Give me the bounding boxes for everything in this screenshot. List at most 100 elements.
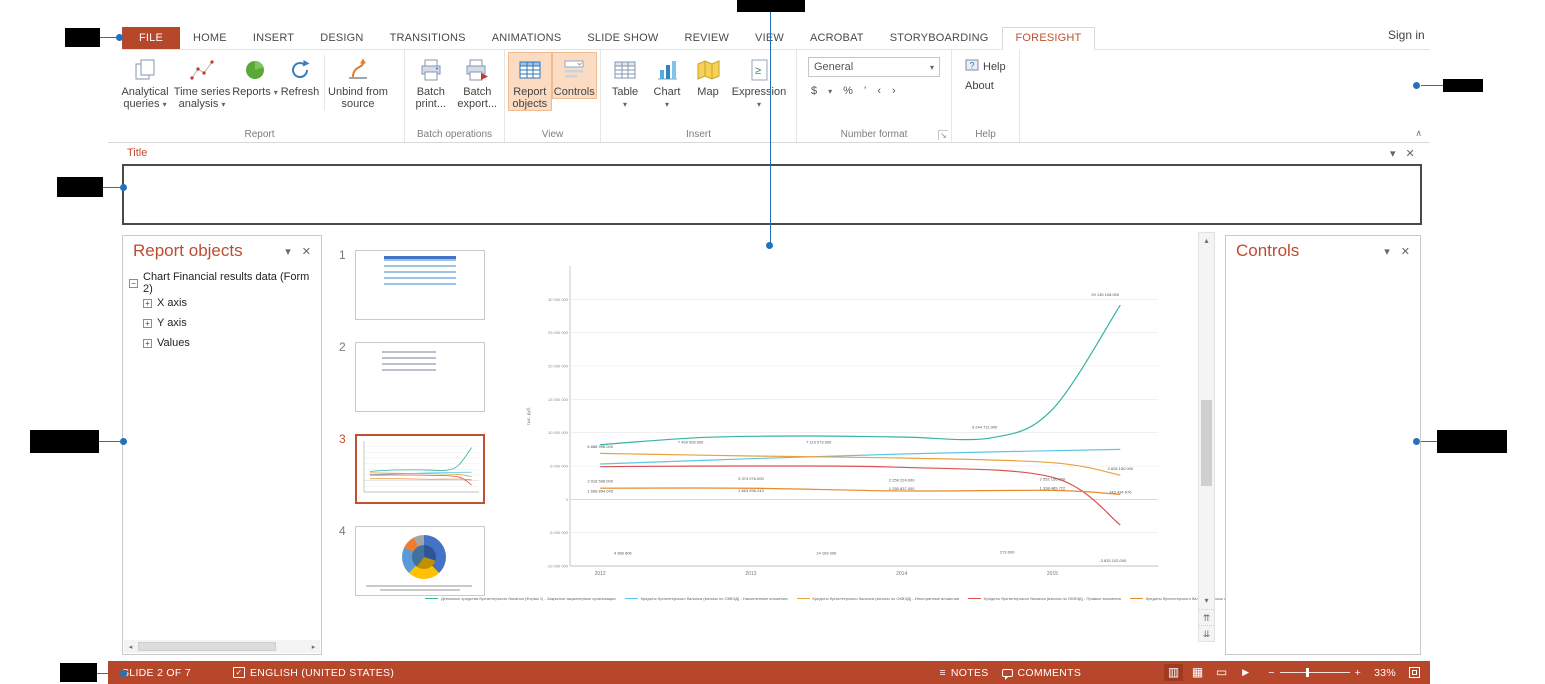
increase-decimal-button[interactable]: › bbox=[892, 85, 896, 97]
number-format-buttons: $ ▾ % ’ ‹ › bbox=[808, 85, 940, 97]
fit-slide-to-window-button[interactable] bbox=[1409, 667, 1420, 678]
slide-thumbnail-3-selected[interactable] bbox=[355, 434, 485, 504]
title-pane-menu-icon[interactable]: ▾ bbox=[1390, 147, 1396, 160]
thousands-separator-button[interactable]: ’ bbox=[864, 85, 866, 97]
tab-animations[interactable]: ANIMATIONS bbox=[479, 27, 575, 49]
controls-menu-icon[interactable]: ▾ bbox=[1384, 245, 1390, 258]
analytical-queries-label: Analytical queries bbox=[121, 86, 168, 110]
previous-slide-button[interactable]: ⇈ bbox=[1199, 609, 1214, 625]
view-group-label: View bbox=[505, 129, 600, 140]
slide-canvas[interactable]: -10 000 000-5 000 00005 000 00010 000 00… bbox=[508, 234, 1198, 658]
report-objects-menu-icon[interactable]: ▾ bbox=[285, 245, 291, 258]
tab-file[interactable]: FILE bbox=[122, 27, 180, 49]
notes-label: NOTES bbox=[951, 667, 989, 679]
callout-box-status-bar bbox=[60, 663, 97, 682]
controls-toggle-button[interactable]: Controls bbox=[552, 52, 597, 99]
dialog-launcher-icon[interactable]: ↘ bbox=[938, 130, 948, 140]
slide-thumbnail-4[interactable] bbox=[355, 526, 485, 596]
batch-export-label: Batch export... bbox=[457, 86, 497, 110]
tab-storyboarding[interactable]: STORYBOARDING bbox=[877, 27, 1002, 49]
analytical-queries-button[interactable]: Analytical queries ▾ bbox=[118, 52, 172, 111]
zoom-slider[interactable] bbox=[1280, 672, 1350, 673]
tree-expand-icon[interactable]: + bbox=[143, 299, 152, 308]
language-text: ENGLISH (UNITED STATES) bbox=[250, 667, 394, 679]
insert-map-label: Map bbox=[697, 86, 718, 98]
callout-dot-slide-area bbox=[766, 242, 773, 249]
number-format-combobox[interactable]: General ▾ bbox=[808, 57, 940, 77]
tree-expand-icon[interactable]: + bbox=[143, 319, 152, 328]
tree-root-row[interactable]: − Chart Financial results data (Form 2) bbox=[129, 273, 315, 293]
slide-show-button[interactable]: ▶ bbox=[1236, 664, 1255, 681]
horizontal-scrollbar[interactable]: ◂ ▸ bbox=[124, 640, 320, 653]
tab-transitions[interactable]: TRANSITIONS bbox=[377, 27, 479, 49]
title-pane-label: Title bbox=[127, 147, 147, 159]
zoom-percentage[interactable]: 33% bbox=[1374, 667, 1396, 679]
callout-line-slide-area bbox=[770, 12, 771, 243]
controls-close-icon[interactable]: ✕ bbox=[1401, 245, 1410, 258]
chart-data-label: 2 259 224.000 bbox=[889, 477, 915, 482]
slide-sorter-view-button[interactable]: ▦ bbox=[1188, 664, 1207, 681]
scroll-down-icon[interactable]: ▾ bbox=[1199, 593, 1214, 609]
svg-text:?: ? bbox=[970, 61, 975, 71]
callout-line-file-tab bbox=[100, 37, 117, 38]
slide-thumbnail-2[interactable] bbox=[355, 342, 485, 412]
slide-thumbnail-1[interactable] bbox=[355, 250, 485, 320]
report-objects-close-icon[interactable]: ✕ bbox=[302, 245, 311, 258]
dropdown-arrow-icon: ▾ bbox=[665, 100, 669, 109]
unbind-from-source-button[interactable]: Unbind from source bbox=[327, 52, 389, 110]
legend-swatch bbox=[425, 598, 438, 599]
zoom-in-button[interactable]: + bbox=[1355, 667, 1361, 679]
tab-design[interactable]: DESIGN bbox=[307, 27, 376, 49]
time-series-analysis-button[interactable]: Time series analysis ▾ bbox=[172, 52, 232, 111]
dropdown-arrow-icon: ▾ bbox=[623, 100, 627, 109]
tab-acrobat[interactable]: ACROBAT bbox=[797, 27, 877, 49]
percent-format-button[interactable]: % bbox=[843, 85, 853, 97]
controls-panel-title: Controls bbox=[1236, 241, 1373, 261]
report-objects-toggle-button[interactable]: Report objects bbox=[508, 52, 552, 111]
tree-expand-icon[interactable]: + bbox=[143, 339, 152, 348]
next-slide-button[interactable]: ⇊ bbox=[1199, 625, 1214, 641]
currency-format-button[interactable]: $ bbox=[811, 85, 817, 97]
insert-chart-button[interactable]: Chart ▾ bbox=[646, 52, 688, 111]
scroll-right-icon[interactable]: ▸ bbox=[307, 643, 320, 651]
tab-insert[interactable]: INSERT bbox=[240, 27, 307, 49]
tree-item-values[interactable]: + Values bbox=[129, 333, 315, 353]
about-button[interactable]: About bbox=[965, 80, 1006, 92]
decrease-decimal-button[interactable]: ‹ bbox=[877, 85, 881, 97]
comments-button[interactable]: COMMENTS bbox=[1002, 667, 1082, 679]
horizontal-scrollbar-thumb[interactable] bbox=[138, 642, 276, 651]
ribbon-group-view: Report objects Controls View bbox=[505, 50, 601, 142]
collapse-ribbon-icon[interactable]: ∧ bbox=[1415, 128, 1422, 139]
help-button[interactable]: ? Help bbox=[965, 58, 1006, 75]
scroll-left-icon[interactable]: ◂ bbox=[124, 643, 137, 651]
tab-slide-show[interactable]: SLIDE SHOW bbox=[574, 27, 671, 49]
zoom-slider-thumb[interactable] bbox=[1306, 668, 1309, 677]
language-indicator[interactable]: ✓ ENGLISH (UNITED STATES) bbox=[233, 667, 394, 679]
chart-data-label: 4 386 806 bbox=[614, 551, 633, 556]
refresh-button[interactable]: Refresh bbox=[278, 52, 322, 98]
notes-button[interactable]: ≡ NOTES bbox=[939, 667, 988, 679]
tree-item-x-axis[interactable]: + X axis bbox=[129, 293, 315, 313]
reports-button[interactable]: Reports ▾ bbox=[232, 52, 278, 99]
zoom-out-button[interactable]: − bbox=[1268, 667, 1274, 679]
batch-export-button[interactable]: Batch export... bbox=[454, 52, 501, 110]
insert-expression-button[interactable]: ≥ Expression ▾ bbox=[728, 52, 790, 111]
scroll-up-icon[interactable]: ▴ bbox=[1199, 233, 1214, 249]
chart-data-label: -3 833 102.000 bbox=[1099, 558, 1127, 563]
title-pane-close-icon[interactable]: ✕ bbox=[1406, 147, 1415, 160]
tree-item-y-axis[interactable]: + Y axis bbox=[129, 313, 315, 333]
number-format-value: General bbox=[814, 61, 853, 73]
vertical-scrollbar[interactable]: ▴ ▾ ⇈ ⇊ bbox=[1198, 232, 1215, 642]
tab-review[interactable]: REVIEW bbox=[671, 27, 742, 49]
tab-home[interactable]: HOME bbox=[180, 27, 240, 49]
vertical-scrollbar-thumb[interactable] bbox=[1201, 400, 1212, 486]
insert-table-button[interactable]: Table ▾ bbox=[604, 52, 646, 111]
vertical-scrollbar-track[interactable] bbox=[1201, 249, 1212, 593]
insert-map-button[interactable]: Map bbox=[688, 52, 728, 98]
normal-view-button[interactable]: ▥ bbox=[1164, 664, 1183, 681]
tree-collapse-icon[interactable]: − bbox=[129, 279, 138, 288]
reading-view-button[interactable]: ▭ bbox=[1212, 664, 1231, 681]
tab-foresight[interactable]: FORESIGHT bbox=[1002, 27, 1096, 50]
batch-print-button[interactable]: Batch print... bbox=[408, 52, 454, 110]
title-textbox[interactable] bbox=[122, 164, 1422, 225]
